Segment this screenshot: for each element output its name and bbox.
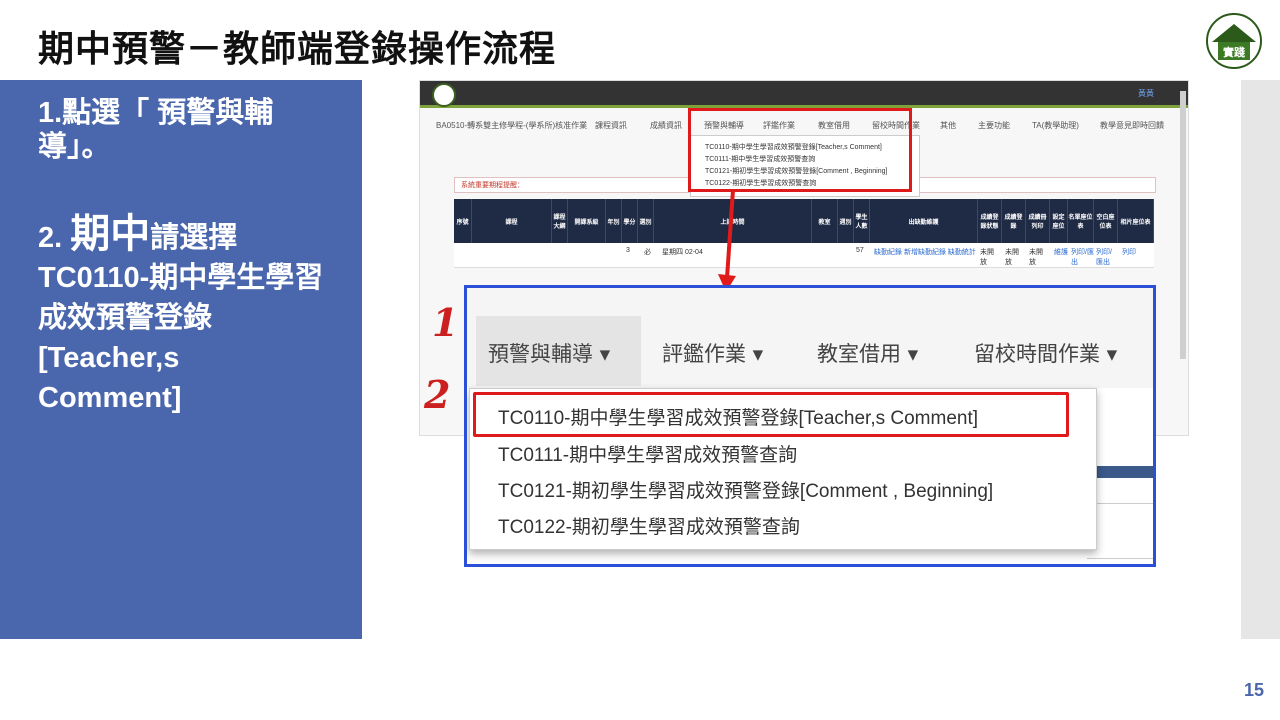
zoom-tab-classroom[interactable]: 教室借用 ▾ — [817, 338, 918, 368]
page-number: 15 — [1244, 680, 1265, 700]
table-header: 相片座位表 — [1118, 199, 1154, 243]
list-link[interactable]: 列印/匯出 — [1071, 247, 1095, 267]
scrollbar[interactable] — [1180, 91, 1186, 359]
nav-item[interactable]: 教學意見即時回饋 — [1100, 120, 1164, 131]
nav-item[interactable]: 成績資訊 — [650, 120, 682, 131]
user-name[interactable]: 黃黃 — [1138, 88, 1154, 99]
pointer-arrow — [718, 189, 736, 292]
table-row: 3 必 星期四 02-04 57 缺勤紀錄 新增缺勤紀錄 缺勤統計 未開放 未開… — [454, 243, 1154, 268]
table-header: 教室 — [812, 199, 838, 243]
attendance-links[interactable]: 缺勤紀錄 新增缺勤紀錄 缺勤統計 — [874, 247, 976, 257]
table-header: 開課系級 — [568, 199, 606, 243]
nav-item[interactable]: BA0510-轉系雙主修學程-(學系所)核准作業 — [436, 120, 587, 131]
table-header: 學分 — [622, 199, 638, 243]
slide-title: 期中預警－教師端登錄操作流程 — [38, 29, 557, 70]
zoom-tab-evaluation[interactable]: 評鑑作業 ▾ — [662, 338, 763, 368]
zoom-tab-stay[interactable]: 留校時間作業 ▾ — [974, 338, 1117, 368]
table-header: 出缺勤維護 — [870, 199, 978, 243]
university-logo: 實踐 — [1206, 13, 1262, 69]
step1-text: 1.點選「 預警與輔導」。 — [38, 97, 274, 163]
highlight-box-tc0110 — [473, 392, 1069, 437]
nav-item[interactable]: TA(教學助理) — [1032, 120, 1079, 131]
table-header: 課程 — [472, 199, 552, 243]
step-number-2: 2 — [424, 372, 451, 417]
photo-link[interactable]: 列印 — [1122, 247, 1136, 257]
table-header: 空白座位表 — [1094, 199, 1118, 243]
divider — [1087, 503, 1153, 504]
table-header: 年別 — [606, 199, 622, 243]
zoom-table-bar — [1087, 466, 1153, 478]
divider — [1087, 558, 1153, 559]
right-decoration — [1241, 80, 1280, 639]
course-table-header: 序號 課程 課程大綱 開課系級 年別 學分 選別 上課時間 教室 週別 學生人數… — [454, 199, 1154, 243]
school-logo-icon — [432, 83, 456, 107]
nav-item[interactable]: 主要功能 — [978, 120, 1010, 131]
step-number-1: 1 — [432, 300, 459, 345]
nav-item[interactable]: 課程資訊 — [595, 120, 627, 131]
step2-emphasis: 期中 — [70, 212, 151, 256]
table-header: 序號 — [454, 199, 472, 243]
table-header: 設定座位 — [1050, 199, 1068, 243]
nav-item[interactable]: 其他 — [940, 120, 956, 131]
seat-link[interactable]: 維護 — [1054, 247, 1068, 257]
svg-text:實踐: 實踐 — [1223, 45, 1245, 59]
zoom-nav-bar: 預警與輔導 ▾ 評鑑作業 ▾ 教室借用 ▾ 留校時間作業 ▾ — [467, 288, 1153, 388]
step2-text: 2. 期中請選擇TC0110-期中學生學習成效預警登錄 [Teacher,s C… — [38, 212, 324, 414]
table-header: 學生人數 — [854, 199, 870, 243]
top-bar: 黃黃 — [420, 81, 1188, 108]
table-header: 週別 — [838, 199, 854, 243]
table-header: 成績登錄 — [1002, 199, 1026, 243]
table-header: 名單座位表 — [1068, 199, 1094, 243]
zoom-menu-tc0122[interactable]: TC0122-期初學生學習成效預警查詢 — [498, 512, 800, 539]
blank-link[interactable]: 列印/匯出 — [1096, 247, 1118, 267]
highlight-box-menu — [688, 108, 912, 192]
table-header: 成績登錄狀態 — [978, 199, 1002, 243]
table-header: 課程大綱 — [552, 199, 568, 243]
zoom-tab-warning[interactable]: 預警與輔導 ▾ — [476, 316, 641, 386]
table-header: 成績冊列印 — [1026, 199, 1050, 243]
zoom-menu-tc0121[interactable]: TC0121-期初學生學習成效預警登錄[Comment , Beginning] — [498, 476, 993, 503]
zoom-menu-tc0111[interactable]: TC0111-期中學生學習成效預警查詢 — [498, 440, 797, 467]
table-header: 選別 — [638, 199, 654, 243]
